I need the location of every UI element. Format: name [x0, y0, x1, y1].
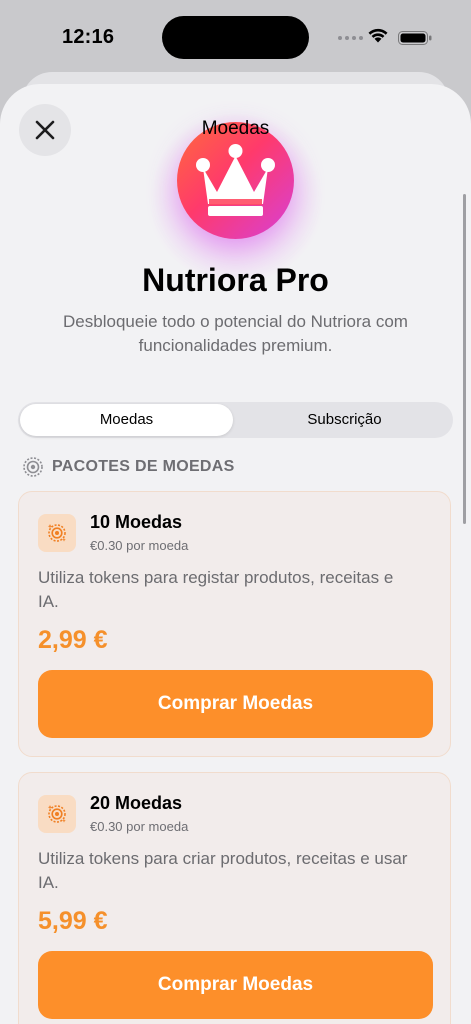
- coins-sheet: Moedas Nutriora Pro Desbloqueie todo o p…: [0, 84, 471, 1024]
- section-title: PACOTES DE MOEDAS: [52, 458, 235, 475]
- scrollbar[interactable]: [463, 194, 466, 524]
- status-bar: 12:16: [0, 0, 471, 80]
- wifi-icon: [367, 27, 389, 48]
- coin-icon: [38, 795, 76, 833]
- hero-subtitle: Desbloqueie todo o potencial do Nutriora…: [63, 312, 408, 355]
- package-price: 2,99 €: [38, 626, 108, 654]
- purchase-type-segmented-control: Moedas Subscrição: [18, 402, 453, 438]
- package-description: Utiliza tokens para criar produtos, rece…: [38, 849, 408, 892]
- nav-title: Moedas: [201, 118, 270, 139]
- package-name: 20 Moedas: [90, 793, 183, 813]
- coin-target-icon: [23, 457, 43, 477]
- section-header: PACOTES DE MOEDAS: [22, 456, 235, 478]
- package-description: Utiliza tokens para registar produtos, r…: [38, 568, 394, 611]
- package-price: 5,99 €: [38, 907, 108, 935]
- battery-icon: [398, 31, 432, 50]
- package-rate: €0.30 por moeda: [90, 819, 189, 834]
- crown-icon: [196, 144, 275, 216]
- coin-package-card: 20 Moedas €0.30 por moeda Utiliza tokens…: [18, 772, 451, 1024]
- package-rate: €0.30 por moeda: [90, 538, 189, 553]
- tab-subscription[interactable]: Subscrição: [238, 404, 451, 436]
- buy-coins-button[interactable]: Comprar Moedas: [38, 951, 433, 1019]
- hero-title: Nutriora Pro: [142, 262, 329, 298]
- coin-package-card: 10 Moedas €0.30 por moeda Utiliza tokens…: [18, 491, 451, 757]
- coin-icon: [38, 514, 76, 552]
- signal-icon: [338, 36, 363, 40]
- tab-coins[interactable]: Moedas: [20, 404, 233, 436]
- package-name: 10 Moedas: [90, 512, 183, 532]
- buy-coins-button[interactable]: Comprar Moedas: [38, 670, 433, 738]
- dynamic-island: [162, 16, 309, 59]
- status-time: 12:16: [62, 26, 115, 48]
